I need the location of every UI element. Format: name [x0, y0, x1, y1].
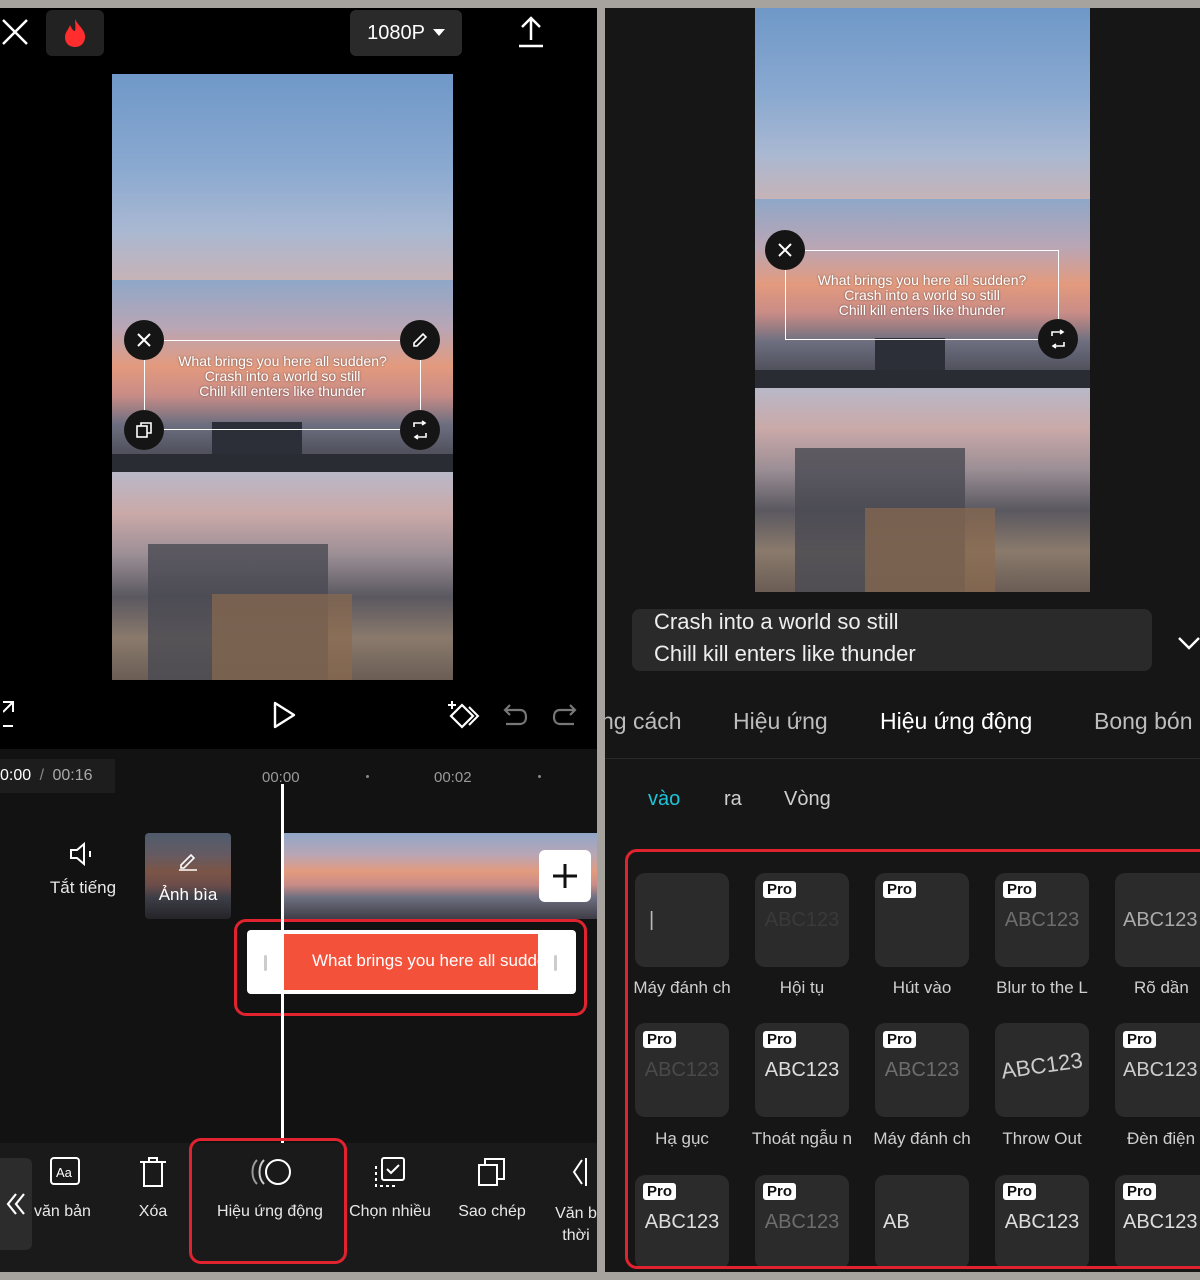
- undo-button[interactable]: [498, 700, 530, 730]
- fire-icon: [65, 19, 86, 47]
- toolbar-label: Chọn nhiều: [349, 1203, 431, 1220]
- pencil-icon: [413, 332, 428, 347]
- double-chevron-left-icon: [6, 1193, 25, 1215]
- toolbar-label: văn bản: [34, 1203, 91, 1220]
- ruler-dot: [538, 775, 541, 778]
- caption-delete-handle[interactable]: [124, 320, 164, 360]
- pencil-icon: [179, 853, 197, 871]
- cover-label: Ảnh bìa: [158, 885, 218, 904]
- svg-text:Aa: Aa: [56, 1165, 73, 1180]
- text-clip-highlight: [234, 919, 587, 1016]
- toolbar-item-delete[interactable]: Xóa: [120, 1156, 186, 1221]
- effects-grid: | Pro ABC123 Pro Pro ABC123 ABC123 Máy đán…: [605, 8, 1200, 1272]
- timeline[interactable]: 0:00 / 00:16 00:00 00:02 Tắt tiếng Ảnh b…: [0, 749, 597, 1143]
- caption-textbox[interactable]: What brings you here all sudden? Crash i…: [144, 340, 421, 430]
- mute-label: Tắt tiếng: [49, 878, 117, 897]
- plus-icon: [553, 864, 577, 888]
- keyframe-button[interactable]: [444, 698, 482, 732]
- animation-highlight: [189, 1138, 347, 1264]
- toolbar-item-text-timing[interactable]: Văn b thời: [548, 1156, 597, 1247]
- delete-icon: [140, 1157, 166, 1187]
- time-separator: /: [39, 767, 45, 784]
- caption-rotate-handle[interactable]: [400, 410, 440, 450]
- close-icon: [137, 333, 151, 347]
- pro-fire-button[interactable]: [46, 10, 104, 56]
- redo-icon: [552, 704, 577, 726]
- text-timing-icon: [572, 1158, 587, 1186]
- time-total: 00:16: [52, 767, 93, 784]
- toolbar-item-text-style[interactable]: Aa văn bản: [30, 1156, 100, 1221]
- editor-panel: 1080P What brings you here all sudden? C…: [0, 8, 597, 1272]
- copy-icon: [478, 1158, 505, 1186]
- keyframe-icon: [448, 701, 480, 729]
- close-icon: [2, 19, 28, 45]
- mute-button[interactable]: Tắt tiếng: [38, 841, 128, 898]
- play-icon: [273, 701, 296, 729]
- expand-icon: [3, 701, 14, 727]
- time-current: 0:00: [0, 767, 32, 784]
- toolbar-label: Văn b thời: [555, 1205, 597, 1244]
- cover-button[interactable]: Ảnh bìa: [145, 833, 231, 919]
- upload-icon: [519, 16, 543, 48]
- collapse-toolbar-button[interactable]: [0, 1158, 32, 1250]
- rotate-scale-icon: [413, 420, 427, 440]
- animation-panel: What brings you here all sudden? Crash i…: [605, 8, 1200, 1272]
- duplicate-icon: [136, 422, 152, 438]
- caption-edit-handle[interactable]: [400, 320, 440, 360]
- toolbar-item-copy[interactable]: Sao chép: [452, 1156, 532, 1221]
- caption-copy-handle[interactable]: [124, 410, 164, 450]
- ruler-mark: 00:02: [434, 769, 472, 786]
- resolution-label: 1080P: [367, 21, 425, 44]
- resolution-dropdown[interactable]: 1080P: [350, 10, 462, 56]
- speaker-icon: [70, 841, 91, 867]
- caption-line: What brings you here all sudden?: [178, 353, 387, 369]
- caption-line: Crash into a world so still: [204, 368, 361, 384]
- redo-button[interactable]: [550, 700, 582, 730]
- export-button[interactable]: [512, 12, 550, 52]
- caret-down-icon: [432, 29, 445, 36]
- toolbar-label: Sao chép: [458, 1203, 526, 1220]
- undo-icon: [503, 704, 528, 726]
- effects-highlight: [625, 849, 1200, 1269]
- caption-line: Chill kill enters like thunder: [199, 383, 366, 399]
- time-counter: 0:00 / 00:16: [0, 759, 115, 793]
- toolbar-label: Xóa: [138, 1203, 168, 1220]
- add-clip-button[interactable]: [539, 850, 591, 902]
- playhead[interactable]: [281, 784, 284, 1143]
- fullscreen-button[interactable]: [0, 698, 20, 730]
- ruler-dot: [366, 775, 369, 778]
- multi-select-icon: [375, 1157, 405, 1187]
- play-button[interactable]: [266, 698, 302, 732]
- text-style-icon: Aa: [50, 1157, 80, 1185]
- close-button[interactable]: [0, 16, 30, 48]
- toolbar-item-multi-select[interactable]: Chọn nhiều: [344, 1156, 436, 1221]
